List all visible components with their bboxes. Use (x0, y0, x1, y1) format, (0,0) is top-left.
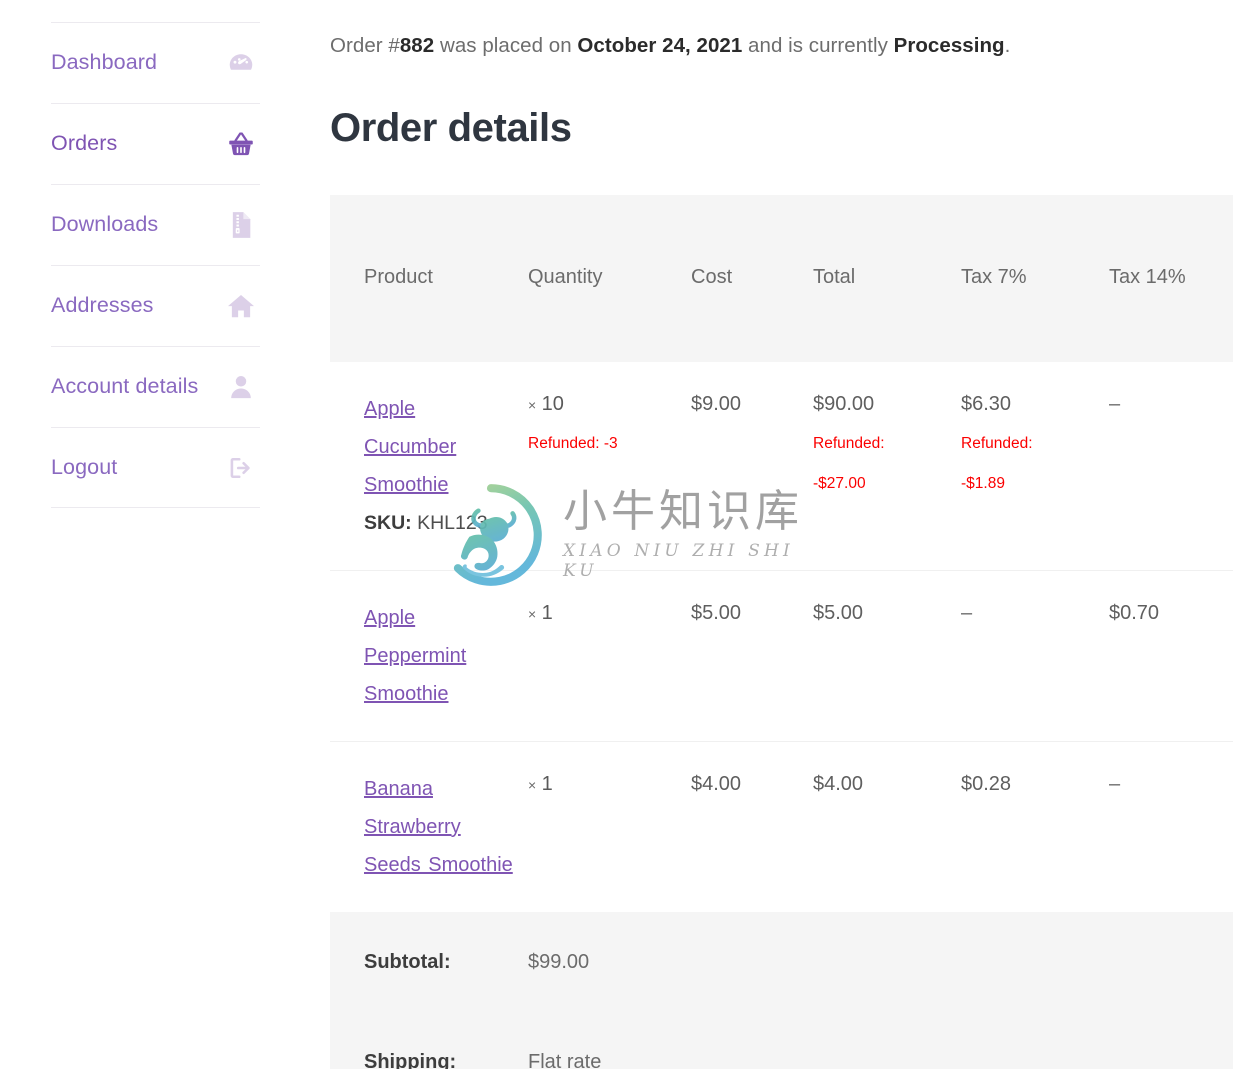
cell-quantity: × 10 Refunded: -3 (528, 362, 691, 571)
sidebar-item-addresses[interactable]: Addresses (51, 265, 260, 346)
order-date: October 24, 2021 (577, 34, 743, 57)
column-header-cost: Cost (691, 194, 813, 362)
cell-product: Apple Peppermint Smoothie (330, 569, 528, 742)
zipped-file-icon (226, 210, 256, 240)
total-refund-label: Refunded: (813, 434, 885, 452)
order-details-page: Dashboard Orders Downloads Addresses Acc… (0, 0, 1257, 1069)
column-header-quantity: Quantity (528, 194, 691, 362)
subtotal-label: Subtotal: (330, 911, 528, 1012)
sidebar-item-label: Downloads (51, 212, 159, 237)
page-title: Order details (330, 105, 572, 150)
cell-product: Apple Cucumber Smoothie SKU: KHL123 (330, 362, 528, 571)
subtotal-value: $99.00 (528, 911, 1233, 1012)
quantity-refund-note: Refunded: -3 (528, 434, 618, 452)
cell-tax7: $0.28 (961, 740, 1109, 912)
cell-total: $90.00 Refunded: -$27.00 (813, 362, 961, 571)
quantity-multiplier: × (528, 396, 537, 413)
sidebar-item-dashboard[interactable]: Dashboard (51, 22, 260, 103)
quantity-value: 10 (541, 392, 564, 415)
order-items-table: Product Quantity Cost Total Tax 7% Tax 1… (330, 194, 1233, 1069)
account-sidebar-nav: Dashboard Orders Downloads Addresses Acc… (51, 22, 260, 508)
sidebar-item-label: Account details (51, 374, 199, 399)
cell-quantity: × 1 (528, 569, 691, 742)
shipping-value: Flat rate (528, 1011, 1233, 1069)
order-currently-text: and is currently (742, 34, 894, 57)
shipping-label: Shipping: (330, 1011, 528, 1069)
column-header-total: Total (813, 194, 961, 362)
cell-tax14: – (1109, 740, 1233, 912)
tax7-value: $6.30 (961, 392, 1012, 415)
cost-value: $4.00 (691, 772, 742, 795)
tax7-refund-note: Refunded: -$1.89 (961, 432, 1095, 497)
sidebar-item-account-details[interactable]: Account details (51, 346, 260, 427)
home-icon (226, 291, 256, 321)
sku-label: SKU: (364, 511, 412, 534)
tax7-value: $0.28 (961, 772, 1012, 795)
order-prefix-text: Order # (330, 34, 400, 57)
order-period: . (1004, 34, 1011, 57)
sidebar-item-orders[interactable]: Orders (51, 103, 260, 184)
sidebar-item-label: Dashboard (51, 50, 158, 75)
cell-quantity: × 1 (528, 740, 691, 912)
tax7-refund-amount: -$1.89 (961, 474, 1005, 492)
cell-total: $4.00 (813, 740, 961, 912)
product-link[interactable]: Apple Peppermint Smoothie (364, 607, 466, 705)
sidebar-item-logout[interactable]: Logout (51, 427, 260, 508)
logout-arrow-icon (226, 453, 256, 483)
quantity-value: 1 (541, 601, 553, 624)
column-header-tax14: Tax 14% (1109, 194, 1233, 362)
cost-value: $5.00 (691, 601, 742, 624)
cell-tax7: $6.30 Refunded: -$1.89 (961, 362, 1109, 571)
total-value: $4.00 (813, 772, 864, 795)
cell-cost: $4.00 (691, 740, 813, 912)
cell-cost: $5.00 (691, 569, 813, 742)
table-header-row: Product Quantity Cost Total Tax 7% Tax 1… (330, 194, 1233, 362)
product-link[interactable]: Apple Cucumber Smoothie (364, 398, 456, 496)
footer-row-subtotal: Subtotal: $99.00 (330, 911, 1233, 1012)
cell-tax7: – (961, 569, 1109, 742)
column-header-product: Product (330, 194, 528, 362)
sidebar-item-label: Addresses (51, 293, 154, 318)
order-details-main: Order #882 was placed on October 24, 202… (330, 0, 1233, 1069)
tax14-value: $0.70 (1109, 601, 1160, 624)
tax14-value: – (1109, 392, 1121, 415)
order-status-badge: Processing (893, 34, 1005, 57)
product-link[interactable]: Banana Strawberry Seeds Smoothie (364, 778, 513, 876)
order-number: 882 (399, 34, 435, 57)
sidebar-item-label: Orders (51, 131, 118, 156)
cell-tax14: – (1109, 362, 1233, 571)
cost-value: $9.00 (691, 392, 742, 415)
quantity-multiplier: × (528, 776, 537, 793)
footer-row-shipping: Shipping: Flat rate (330, 1011, 1233, 1069)
column-header-tax7: Tax 7% (961, 194, 1109, 362)
total-refund-note: Refunded: -$27.00 (813, 432, 947, 497)
table-row: Apple Peppermint Smoothie × 1 $5.00 $5.0… (330, 569, 1233, 742)
total-value: $5.00 (813, 601, 864, 624)
order-status-sentence: Order #882 was placed on October 24, 202… (330, 31, 1233, 61)
dashboard-gauge-icon (226, 48, 256, 78)
tax14-value: – (1109, 772, 1121, 795)
order-table-foot: Subtotal: $99.00 Shipping: Flat rate (330, 911, 1233, 1069)
cell-total: $5.00 (813, 569, 961, 742)
cell-cost: $9.00 (691, 362, 813, 571)
cell-product: Banana Strawberry Seeds Smoothie (330, 740, 528, 912)
sidebar-item-downloads[interactable]: Downloads (51, 184, 260, 265)
total-refund-amount: -$27.00 (813, 474, 866, 492)
order-table-body: Apple Cucumber Smoothie SKU: KHL123 × 10… (330, 362, 1233, 912)
shopping-basket-icon (226, 129, 256, 159)
quantity-multiplier: × (528, 605, 537, 622)
table-row: Apple Cucumber Smoothie SKU: KHL123 × 10… (330, 362, 1233, 571)
tax7-refund-label: Refunded: (961, 434, 1033, 452)
order-placed-text: was placed on (434, 34, 578, 57)
order-table-head: Product Quantity Cost Total Tax 7% Tax 1… (330, 194, 1233, 362)
product-sku: SKU: KHL123 (364, 505, 514, 542)
table-row: Banana Strawberry Seeds Smoothie × 1 $4.… (330, 740, 1233, 912)
user-icon (226, 372, 256, 402)
sidebar-item-label: Logout (51, 454, 118, 479)
cell-tax14: $0.70 (1109, 569, 1233, 742)
quantity-value: 1 (541, 772, 553, 795)
total-value: $90.00 (813, 392, 875, 415)
sku-value: KHL123 (417, 511, 488, 534)
tax7-value: – (961, 601, 973, 624)
